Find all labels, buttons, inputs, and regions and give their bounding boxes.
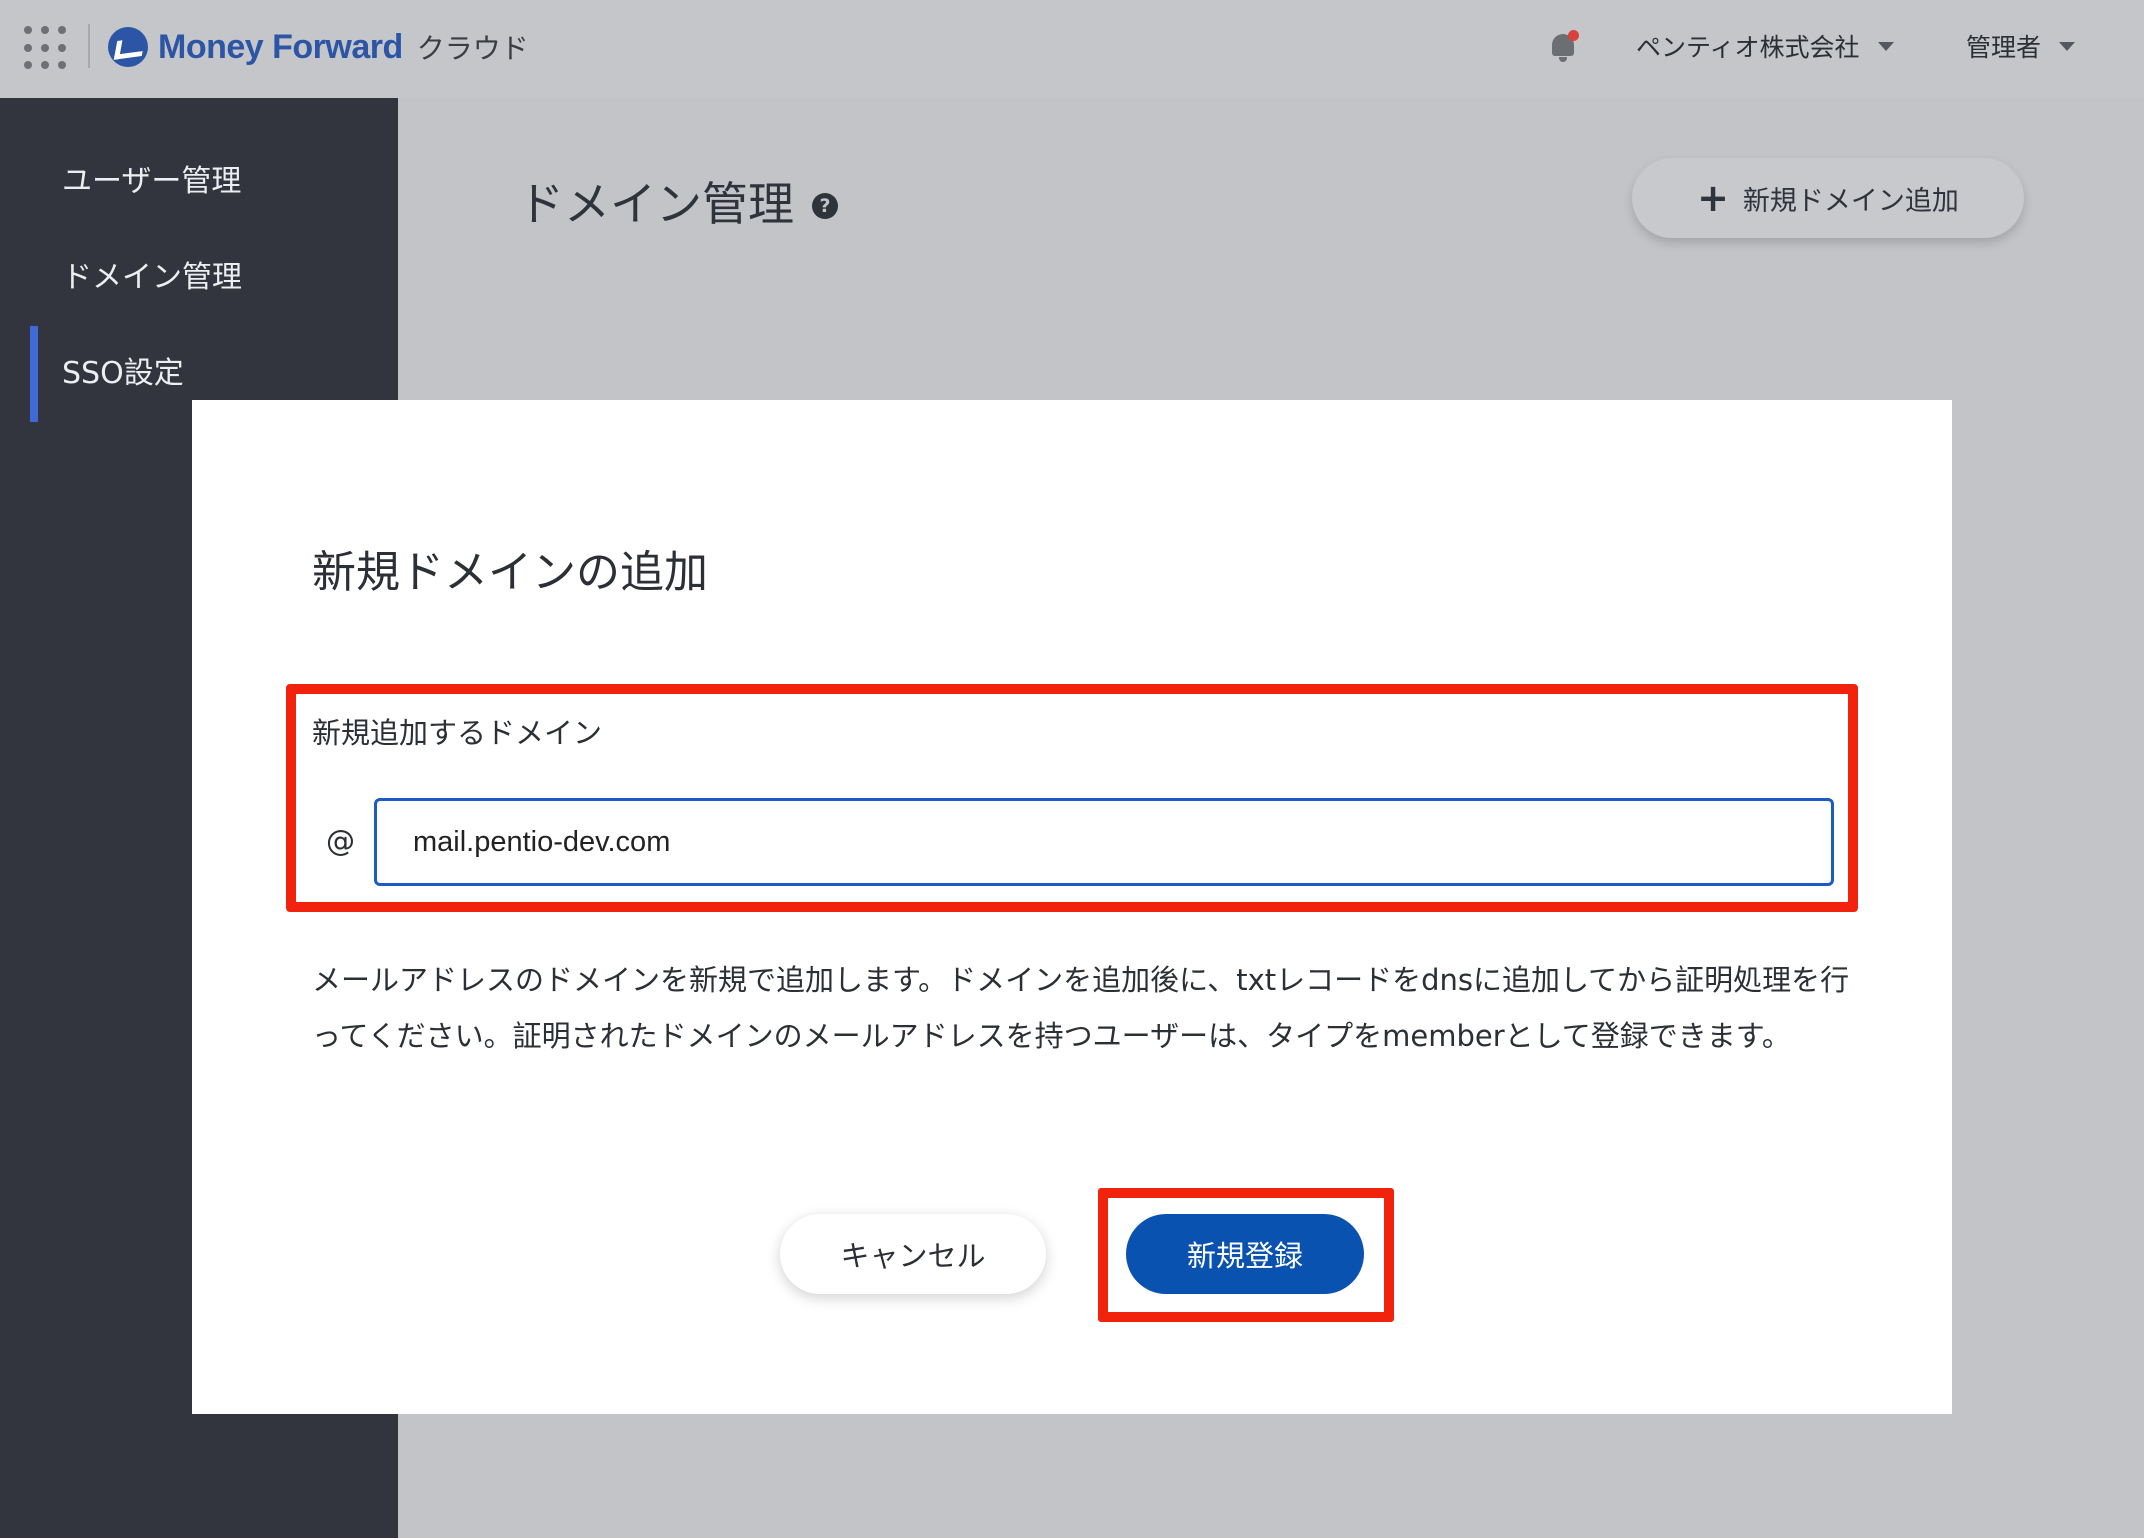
user-role: 管理者 [1966,33,2042,62]
top-header: Money Forward クラウド ペンティオ株式会社 管理者 [0,0,2144,98]
page-title: ドメイン管理 ? [518,168,838,234]
highlight-box-domain-field [286,684,1858,912]
modal-description: メールアドレスのドメインを新規で追加します。ドメインを追加後に、txtレコードを… [312,963,1850,1053]
notification-badge [1568,30,1579,41]
modal-title: 新規ドメインの追加 [312,547,708,598]
logo[interactable]: Money Forward クラウド [108,22,529,72]
sidebar-item-domain-management[interactable]: ドメイン管理 [62,252,242,296]
active-indicator [30,326,38,422]
notification-bell-icon[interactable] [1548,30,1579,64]
sidebar-item-sso-settings[interactable]: SSO設定 [62,348,184,392]
help-icon[interactable]: ? [812,193,838,219]
cancel-button[interactable]: キャンセル [780,1214,1046,1294]
user-role-dropdown[interactable]: 管理者 [1966,28,2076,64]
add-domain-button[interactable]: + 新規ドメイン追加 [1632,158,2024,238]
highlight-box-register-button [1098,1188,1394,1322]
logo-divider [88,24,90,68]
sidebar-item-user-management[interactable]: ユーザー管理 [62,156,241,200]
company-dropdown[interactable]: ペンティオ株式会社 [1636,28,1894,64]
money-forward-logo-icon [108,27,148,67]
add-domain-modal: 新規ドメインの追加 新規追加するドメイン @ メールアドレスのドメインを新規で追… [192,400,1952,1414]
logo-subtext: クラウド [416,32,529,65]
add-domain-button-label: 新規ドメイン追加 [1742,185,1959,217]
app-launcher-icon[interactable] [24,26,68,70]
plus-icon: + [1697,176,1729,220]
logo-text: Money Forward [158,27,403,66]
company-name: ペンティオ株式会社 [1636,33,1860,62]
page-title-text: ドメイン管理 [518,177,794,231]
chevron-down-icon [1877,41,1894,51]
chevron-down-icon [2059,41,2076,51]
